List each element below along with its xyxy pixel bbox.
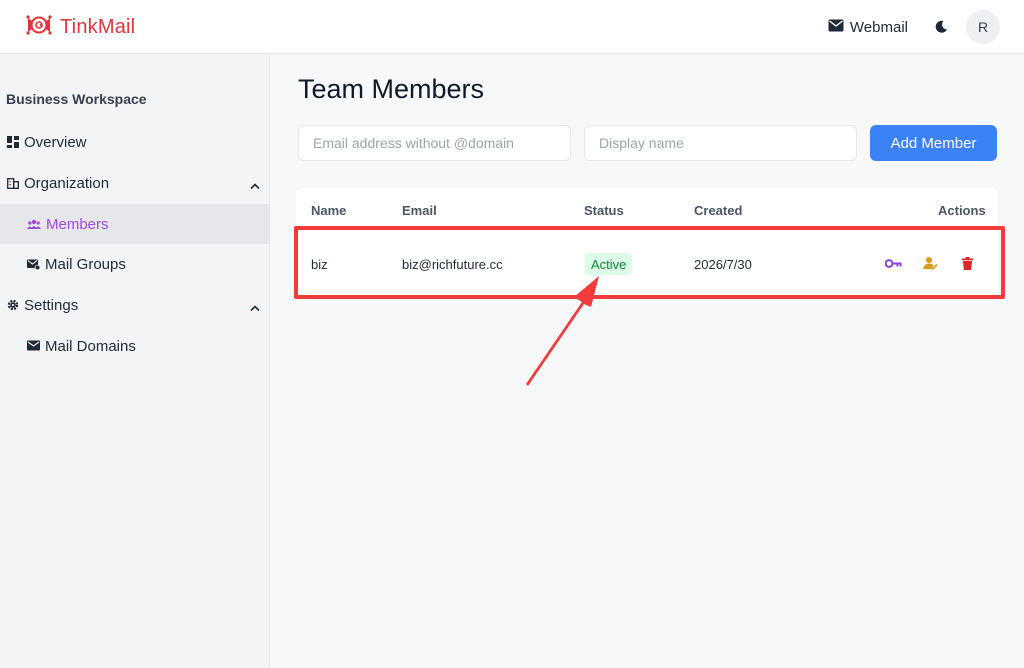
sidebar-item-label: Overview (24, 133, 87, 151)
column-header-created: Created (694, 203, 743, 218)
sidebar-item-label: Settings (24, 296, 79, 314)
webmail-label: Webmail (849, 18, 908, 36)
user-avatar[interactable]: R (966, 10, 1000, 44)
app-logo[interactable]: TinkMail (24, 13, 135, 42)
column-header-actions: Actions (938, 203, 986, 218)
gear-icon (7, 299, 19, 311)
sidebar: Business Workspace Overview Organization (0, 54, 270, 668)
sidebar-item-organization[interactable]: Organization (0, 163, 270, 203)
member-email: biz@richfuture.cc (402, 257, 503, 272)
add-member-button[interactable]: Add Member (870, 125, 997, 161)
column-header-email: Email (402, 203, 437, 218)
sidebar-item-label: Mail Groups (45, 255, 126, 273)
sidebar-item-label: Mail Domains (45, 337, 136, 355)
tinkmail-logo-icon (24, 13, 54, 42)
webmail-button[interactable]: Webmail (828, 19, 908, 36)
sidebar-item-mail-groups[interactable]: Mail Groups (0, 244, 270, 284)
sidebar-item-mail-domains[interactable]: Mail Domains (0, 326, 270, 366)
top-bar: TinkMail Webmail R (0, 0, 1024, 54)
mail-group-icon (27, 258, 40, 270)
sidebar-item-label: Organization (24, 174, 110, 192)
member-created: 2026/7/30 (694, 257, 752, 272)
building-icon (7, 177, 19, 189)
page-title: Team Members (298, 74, 485, 104)
email-input[interactable] (298, 125, 571, 161)
column-header-name: Name (311, 203, 347, 218)
workspace-title: Business Workspace (6, 91, 147, 107)
sidebar-item-label: Members (46, 215, 109, 233)
chevron-up-icon (250, 177, 260, 194)
sidebar-item-overview[interactable]: Overview (0, 122, 270, 162)
inbox-icon (27, 340, 40, 352)
theme-toggle-moon-icon[interactable] (934, 20, 948, 34)
member-name: biz (311, 257, 328, 272)
chevron-up-icon (250, 299, 260, 316)
column-header-status: Status (584, 203, 624, 218)
dashboard-icon (7, 136, 19, 148)
users-icon (27, 218, 41, 230)
status-badge: Active (585, 253, 633, 275)
reset-password-key-icon[interactable] (884, 254, 902, 272)
envelope-icon (828, 19, 844, 36)
sidebar-item-settings[interactable]: Settings (0, 285, 270, 325)
sidebar-item-members[interactable]: Members (0, 204, 270, 244)
app-name: TinkMail (60, 16, 136, 38)
delete-trash-icon[interactable] (958, 254, 976, 272)
user-edit-icon[interactable] (921, 254, 939, 272)
display-name-input[interactable] (584, 125, 857, 161)
